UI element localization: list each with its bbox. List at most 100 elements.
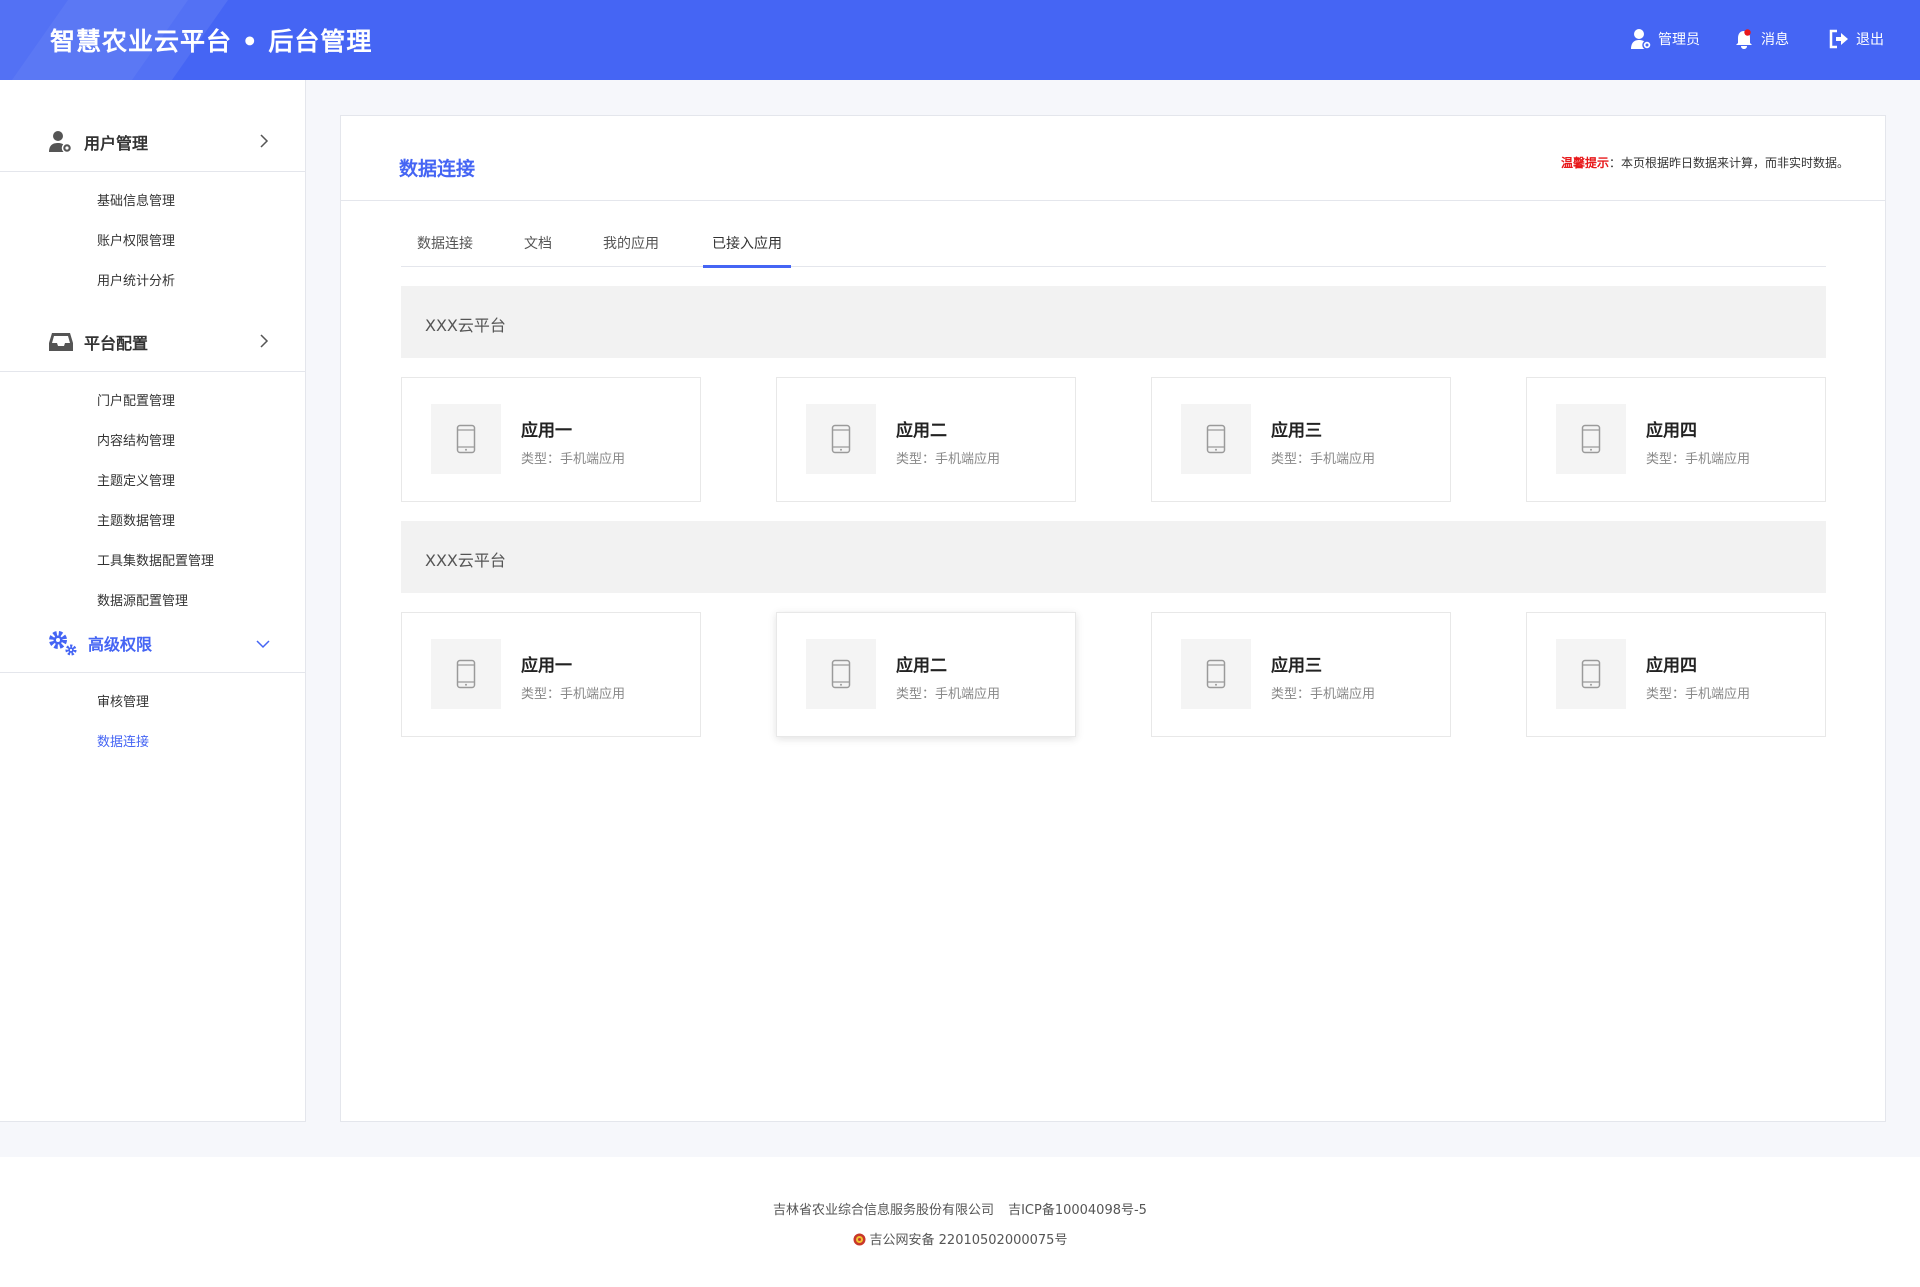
mobile-phone-icon <box>456 659 476 689</box>
app-name: 应用三 <box>1271 656 1322 676</box>
mobile-phone-icon <box>1581 659 1601 689</box>
divider <box>341 200 1885 201</box>
app-icon-box <box>1556 639 1626 709</box>
app-name: 应用四 <box>1646 421 1697 441</box>
app-name: 应用一 <box>521 656 572 676</box>
footer-line-police: 吉公网安备 22010502000075号 <box>0 1229 1920 1248</box>
footer: 吉林省农业综合信息服务股份有限公司 吉ICP备10004098号-5 吉公网安备 … <box>0 1157 1920 1287</box>
sidebar-item-portal-config[interactable]: 门户配置管理 <box>0 382 306 422</box>
mobile-phone-icon <box>456 424 476 454</box>
main-panel: 数据连接 温馨提示：本页根据昨日数据来计算，而非实时数据。 数据连接 文档 我的… <box>340 115 1886 1122</box>
app-type: 类型：手机端应用 <box>896 687 1001 702</box>
app-name: 应用二 <box>896 421 947 441</box>
app-name: 应用一 <box>521 421 572 441</box>
app-card[interactable]: 应用二 类型：手机端应用 <box>776 612 1076 737</box>
user-gear-icon <box>1631 29 1652 50</box>
mobile-phone-icon <box>831 424 851 454</box>
chevron-right-icon <box>260 334 269 348</box>
tab-docs[interactable]: 文档 <box>515 226 561 266</box>
messages-button[interactable]: 消息 <box>1733 28 1789 50</box>
top-header: 智慧农业云平台 • 后台管理 管理员 消息 退出 <box>0 0 1920 80</box>
footer-police-record[interactable]: 吉公网安备 22010502000075号 <box>870 1233 1068 1248</box>
app-icon-box <box>806 639 876 709</box>
sidebar-group-title: 平台配置 <box>84 333 149 353</box>
app-card[interactable]: 应用一 类型：手机端应用 <box>401 612 701 737</box>
app-type: 类型：手机端应用 <box>896 452 1001 467</box>
chevron-down-icon <box>256 640 270 649</box>
app-card[interactable]: 应用二 类型：手机端应用 <box>776 377 1076 502</box>
footer-line-company: 吉林省农业综合信息服务股份有限公司 吉ICP备10004098号-5 <box>0 1199 1920 1218</box>
app-card[interactable]: 应用四 类型：手机端应用 <box>1526 612 1826 737</box>
sidebar-item-basic-info[interactable]: 基础信息管理 <box>0 182 306 222</box>
tab-connected-apps[interactable]: 已接入应用 <box>703 226 791 268</box>
sidebar-group-platform-config: 平台配置 门户配置管理 内容结构管理 主题定义管理 主题数据管理 工具集数据配置… <box>0 312 306 622</box>
messages-label: 消息 <box>1761 32 1789 48</box>
mobile-phone-icon <box>1581 424 1601 454</box>
police-badge-icon <box>853 1233 866 1246</box>
logout-icon <box>1829 29 1848 49</box>
sidebar-sublist: 审核管理 数据连接 <box>0 673 306 763</box>
app-type: 类型：手机端应用 <box>1646 687 1751 702</box>
app-icon-box <box>431 639 501 709</box>
app-type: 类型：手机端应用 <box>1271 452 1376 467</box>
sidebar-item-theme-definition[interactable]: 主题定义管理 <box>0 462 306 502</box>
platform-group-header: XXX云平台 <box>401 286 1826 358</box>
app-type: 类型：手机端应用 <box>521 452 626 467</box>
app-name: 应用四 <box>1646 656 1697 676</box>
tab-my-apps[interactable]: 我的应用 <box>594 226 668 266</box>
app-name: 应用二 <box>896 656 947 676</box>
sidebar-group-header-user[interactable]: 用户管理 <box>0 112 306 172</box>
tab-bar: 数据连接 文档 我的应用 已接入应用 <box>401 226 1826 268</box>
app-name: 应用三 <box>1271 421 1322 441</box>
brand-title: 智慧农业云平台 • 后台管理 <box>50 27 373 56</box>
sidebar-group-advanced-permission: 高级权限 审核管理 数据连接 <box>0 613 306 763</box>
app-icon-box <box>1556 404 1626 474</box>
tip-text: ：本页根据昨日数据来计算，而非实时数据。 <box>1608 156 1849 170</box>
sidebar-group-title: 用户管理 <box>84 133 149 153</box>
app-icon-box <box>431 404 501 474</box>
app-type: 类型：手机端应用 <box>1271 687 1376 702</box>
sidebar-item-account-permission[interactable]: 账户权限管理 <box>0 222 306 262</box>
sidebar-item-content-structure[interactable]: 内容结构管理 <box>0 422 306 462</box>
tab-data-connection[interactable]: 数据连接 <box>408 226 482 266</box>
sidebar: 用户管理 基础信息管理 账户权限管理 用户统计分析 平台配置 门户配置管理 内容… <box>0 80 306 1122</box>
sidebar-sublist: 门户配置管理 内容结构管理 主题定义管理 主题数据管理 工具集数据配置管理 数据… <box>0 372 306 622</box>
app-icon-box <box>806 404 876 474</box>
admin-label: 管理员 <box>1658 32 1700 48</box>
logout-label: 退出 <box>1856 32 1884 48</box>
page-title: 数据连接 <box>399 158 476 180</box>
app-icon-box <box>1181 404 1251 474</box>
footer-company: 吉林省农业综合信息服务股份有限公司 <box>773 1203 995 1218</box>
app-card[interactable]: 应用一 类型：手机端应用 <box>401 377 701 502</box>
app-icon-box <box>1181 639 1251 709</box>
admin-menu[interactable]: 管理员 <box>1630 28 1700 50</box>
sidebar-item-data-connection[interactable]: 数据连接 <box>0 723 306 763</box>
sidebar-group-user-management: 用户管理 基础信息管理 账户权限管理 用户统计分析 <box>0 112 306 302</box>
sidebar-group-title: 高级权限 <box>88 634 153 654</box>
tip-notice: 温馨提示：本页根据昨日数据来计算，而非实时数据。 <box>1561 154 1849 171</box>
app-card[interactable]: 应用三 类型：手机端应用 <box>1151 612 1451 737</box>
logout-button[interactable]: 退出 <box>1828 28 1884 50</box>
app-type: 类型：手机端应用 <box>1646 452 1751 467</box>
app-card[interactable]: 应用三 类型：手机端应用 <box>1151 377 1451 502</box>
chevron-right-icon <box>260 134 269 148</box>
sidebar-sublist: 基础信息管理 账户权限管理 用户统计分析 <box>0 172 306 302</box>
mobile-phone-icon <box>831 659 851 689</box>
mobile-phone-icon <box>1206 424 1226 454</box>
footer-icp-link[interactable]: 吉ICP备10004098号-5 <box>1008 1203 1147 1218</box>
platform-name: XXX云平台 <box>425 316 506 335</box>
app-card[interactable]: 应用四 类型：手机端应用 <box>1526 377 1826 502</box>
sidebar-item-review[interactable]: 审核管理 <box>0 683 306 723</box>
app-type: 类型：手机端应用 <box>521 687 626 702</box>
mobile-phone-icon <box>1206 659 1226 689</box>
gears-icon <box>49 630 77 656</box>
sidebar-item-toolset-data-config[interactable]: 工具集数据配置管理 <box>0 542 306 582</box>
user-gear-icon <box>49 130 73 153</box>
platform-name: XXX云平台 <box>425 551 506 570</box>
sidebar-group-header-platform[interactable]: 平台配置 <box>0 312 306 372</box>
sidebar-group-header-advanced[interactable]: 高级权限 <box>0 613 306 673</box>
bell-icon <box>1736 29 1752 49</box>
platform-group-header: XXX云平台 <box>401 521 1826 593</box>
sidebar-item-theme-data[interactable]: 主题数据管理 <box>0 502 306 542</box>
sidebar-item-user-stats[interactable]: 用户统计分析 <box>0 262 306 302</box>
